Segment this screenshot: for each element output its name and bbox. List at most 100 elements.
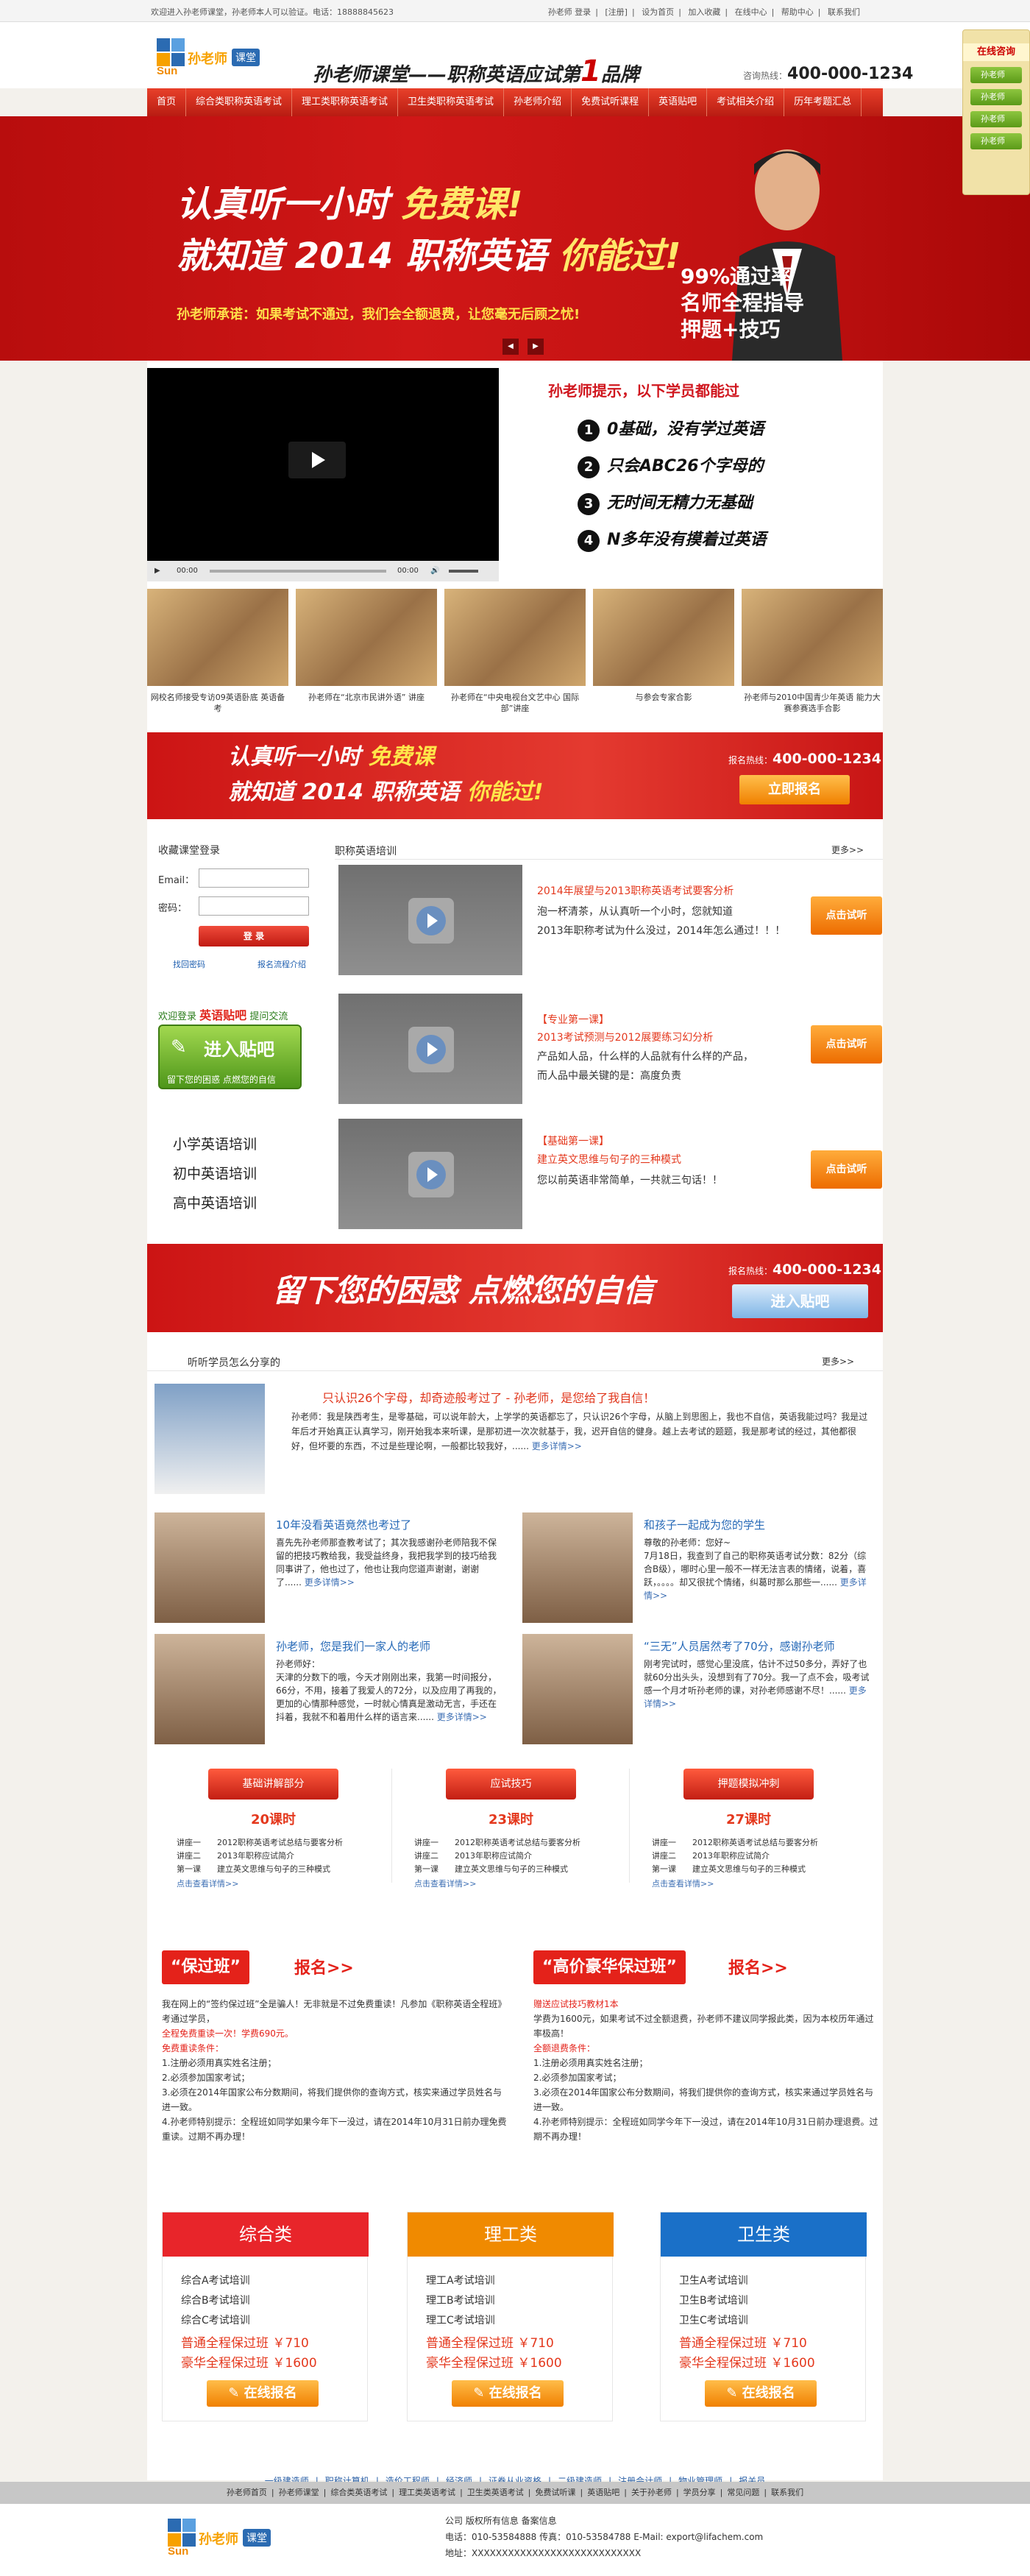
class-signup-link[interactable]: 报名>> <box>294 1955 354 1978</box>
banner-pager[interactable]: ◀ ▶ <box>498 339 548 355</box>
course-subtitle[interactable]: 2013考试预测与2012展要练习幻分析 <box>537 1030 713 1044</box>
gallery-photo[interactable]: 孙老师在“北京市民讲外语” 讲座 <box>296 589 437 702</box>
footer-link[interactable]: 免费试听课 <box>536 2488 576 2497</box>
consult-button[interactable]: 孙老师 <box>970 133 1022 149</box>
footer-link[interactable]: 卫生类英语考试 <box>467 2488 524 2497</box>
featured-text: 孙老师：我是陕西考生，是零基础，可以说年龄大，上学学的英语都忘了，只认识26个字… <box>291 1412 868 1451</box>
gallery-photo[interactable]: 与参会专家合影 <box>593 589 734 702</box>
top-link-homepage[interactable]: 设为首页 <box>642 7 674 17</box>
class-signup-link[interactable]: 报名>> <box>728 1955 788 1978</box>
video-play-icon[interactable]: ▶ <box>154 567 160 575</box>
gallery-photo[interactable]: 网校名师接受专访09英语卧底 英语备考 <box>147 589 288 713</box>
top-link-help[interactable]: 帮助中心 <box>781 7 814 17</box>
trial-button[interactable]: 点击试听 <box>811 896 882 935</box>
volume-slider[interactable] <box>449 570 478 573</box>
footer-link[interactable]: 学员分享 <box>683 2488 716 2497</box>
testimonial-title[interactable]: 和孩子一起成为您的学生 <box>644 1517 765 1532</box>
signup-process-link[interactable]: 报名流程介绍 <box>258 958 306 970</box>
student-photo[interactable] <box>154 1384 265 1494</box>
play-icon[interactable] <box>288 442 346 478</box>
enter-forum-button[interactable]: ✎ 进入贴吧 留下您的困惑 点燃您的自信 <box>158 1025 302 1089</box>
consult-button[interactable]: 孙老师 <box>970 67 1022 83</box>
student-photo[interactable] <box>522 1634 633 1744</box>
email-field[interactable] <box>199 868 309 888</box>
nav-general[interactable]: 综合类职称英语考试 <box>186 88 293 116</box>
student-photo[interactable] <box>522 1512 633 1623</box>
course-title[interactable]: 2014年展望与2013职称英语考试要客分析 <box>537 883 734 898</box>
footer-link[interactable]: 孙老师课堂 <box>279 2488 319 2497</box>
footer-link[interactable]: 理工类英语考试 <box>399 2488 455 2497</box>
top-link-register[interactable]: [注册] <box>605 7 628 17</box>
nav-teacher[interactable]: 孙老师介绍 <box>504 88 572 116</box>
footer-link[interactable]: 常见问题 <box>727 2488 759 2497</box>
top-link-favorite[interactable]: 加入收藏 <box>688 7 720 17</box>
online-signup-button[interactable]: ✎ 在线报名 <box>207 2380 319 2407</box>
course-title[interactable]: 【专业第一课】 <box>537 1012 609 1027</box>
video-progress-bar[interactable] <box>210 570 386 573</box>
footer-link[interactable]: 关于孙老师 <box>631 2488 672 2497</box>
signup-now-button[interactable]: 立即报名 <box>739 775 850 804</box>
trial-button[interactable]: 点击试听 <box>811 1150 882 1189</box>
login-button[interactable]: 登 录 <box>199 926 309 946</box>
gallery-photo[interactable]: 孙老师在“中央电视台文艺中心 国际部”讲座 <box>444 589 586 713</box>
featured-more-link[interactable]: 更多详情>> <box>532 1441 582 1451</box>
pencil-icon: ✎ <box>726 2385 742 2401</box>
top-link-login[interactable]: 孙老师 登录 <box>548 7 592 17</box>
package-more-link[interactable]: 点击查看详情>> <box>414 1878 476 1889</box>
top-link-online[interactable]: 在线中心 <box>735 7 767 17</box>
training-item[interactable]: 初中英语培训 <box>173 1159 305 1189</box>
nav-free-trial[interactable]: 免费试听课程 <box>572 88 650 116</box>
gallery-photo[interactable]: 孙老师与2010中国青少年英语 能力大赛参赛选手合影 <box>742 589 883 713</box>
nav-forum[interactable]: 英语贴吧 <box>649 88 708 116</box>
logo[interactable]: 孙老师 课堂 Sun <box>151 38 283 81</box>
hero-banner[interactable]: 认真听一小时 免费课! 就知道 2014 职称英语 你能过! 孙老师承诺：如果考… <box>0 116 1030 361</box>
testimonial-title[interactable]: 10年没看英语竟然也考过了 <box>276 1517 411 1532</box>
course-thumb[interactable] <box>338 994 522 1104</box>
course-thumb[interactable] <box>338 865 522 975</box>
nav-exam-info[interactable]: 考试相关介绍 <box>707 88 785 116</box>
course-thumb[interactable] <box>338 1119 522 1229</box>
video-controls[interactable]: ▶ 00:00 00:00 🔊 <box>147 561 499 581</box>
testimonial-title[interactable]: 孙老师，您是我们一家人的老师 <box>276 1638 430 1654</box>
password-field[interactable] <box>199 896 309 916</box>
featured-title[interactable]: 只认识26个字母，却奇迹般考过了 - 孙老师，是您给了我自信！ <box>322 1388 655 1406</box>
footer-link[interactable]: 孙老师首页 <box>227 2488 267 2497</box>
consult-button[interactable]: 孙老师 <box>970 111 1022 127</box>
pager-next-icon[interactable]: ▶ <box>528 339 544 355</box>
footer: 孙老师 课堂 Sun 公司 版权所有信息 备案信息 电话：010-5358488… <box>0 2504 1030 2576</box>
training-item[interactable]: 小学英语培训 <box>173 1130 305 1159</box>
pager-prev-icon[interactable]: ◀ <box>502 339 519 355</box>
footer-link[interactable]: 联系我们 <box>771 2488 803 2497</box>
testimonial: “三无”人员居然考了70分，感谢孙老师 刚考完试时，感觉心里没底，估计不过50多… <box>522 1634 887 1744</box>
header: 孙老师 课堂 Sun 孙老师课堂——职称英语应试第1品牌 咨询热线：400-00… <box>0 22 1030 88</box>
volume-icon[interactable]: 🔊 <box>430 567 439 575</box>
footer-link[interactable]: 综合类英语考试 <box>330 2488 387 2497</box>
nav-past-exams[interactable]: 历年考题汇总 <box>784 88 862 116</box>
training-item[interactable]: 高中英语培训 <box>173 1189 305 1218</box>
price-normal: 普通全程保过班 ￥710 <box>426 2336 554 2351</box>
trial-button[interactable]: 点击试听 <box>811 1025 882 1064</box>
nav-health[interactable]: 卫生类职称英语考试 <box>398 88 505 116</box>
forgot-password-link[interactable]: 找回密码 <box>173 958 205 970</box>
online-signup-button[interactable]: ✎ 在线报名 <box>705 2380 817 2407</box>
course-more-link[interactable]: 更多>> <box>831 843 864 856</box>
video-player[interactable]: ▶ 00:00 00:00 🔊 <box>147 368 499 581</box>
student-photo[interactable] <box>154 1634 265 1744</box>
package-more-link[interactable]: 点击查看详情>> <box>177 1878 238 1889</box>
course-subtitle[interactable]: 建立英文思维与句子的三种模式 <box>537 1152 681 1167</box>
package-more-link[interactable]: 点击查看详情>> <box>652 1878 714 1889</box>
testimonial-more-link[interactable]: 更多详情>> <box>305 1577 355 1588</box>
testimonial-more-link[interactable]: 更多详情>> <box>437 1712 487 1722</box>
forum-banner-button[interactable]: 进入贴吧 <box>732 1284 868 1318</box>
top-link-contact[interactable]: 联系我们 <box>828 7 860 17</box>
nav-engineering[interactable]: 理工类职称英语考试 <box>292 88 399 116</box>
footer-logo[interactable]: 孙老师 课堂 Sun <box>162 2519 294 2561</box>
course-title[interactable]: 【基础第一课】 <box>537 1133 609 1148</box>
shares-more-link[interactable]: 更多>> <box>822 1355 854 1367</box>
footer-link[interactable]: 英语贴吧 <box>587 2488 619 2497</box>
consult-button[interactable]: 孙老师 <box>970 89 1022 105</box>
online-signup-button[interactable]: ✎ 在线报名 <box>452 2380 564 2407</box>
nav-home[interactable]: 首页 <box>147 88 187 116</box>
testimonial-title[interactable]: “三无”人员居然考了70分，感谢孙老师 <box>644 1638 835 1654</box>
student-photo[interactable] <box>154 1512 265 1623</box>
